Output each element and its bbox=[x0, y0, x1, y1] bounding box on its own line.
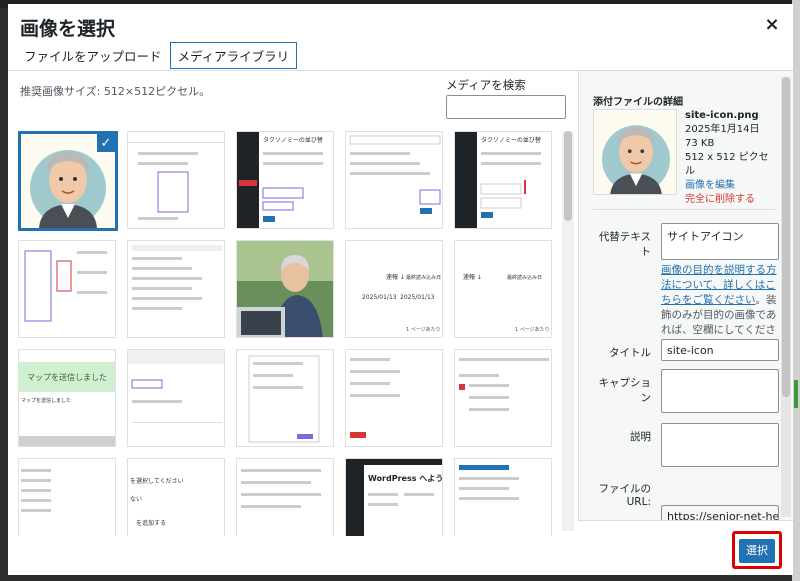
title-field[interactable]: site-icon bbox=[661, 339, 779, 361]
description-label: 説明 bbox=[630, 431, 651, 443]
thumbnail-title: WordPress へようこそ! bbox=[368, 474, 443, 483]
thumbnail-date: 2025/01/13 bbox=[362, 294, 397, 301]
thumbnail-header-text: タクソノミーの並び替 bbox=[481, 136, 541, 144]
attachment-thumbnail[interactable] bbox=[454, 349, 552, 447]
file-meta: site-icon.png 2025年1月14日 73 KB 512 x 512… bbox=[685, 109, 775, 207]
thumbnail-column: 最終読み込み日 bbox=[406, 274, 441, 281]
screenshot-thumbnail bbox=[128, 132, 224, 228]
attachment-details-panel: 添付ファイルの詳細 site-icon.png 2025年1月14日 73 KB… bbox=[578, 70, 793, 527]
title-label: タイトル bbox=[609, 347, 651, 359]
thumbnail-label: 速報 ↓ bbox=[463, 274, 482, 281]
attachment-thumbnail[interactable] bbox=[18, 240, 116, 338]
attachment-thumbnail[interactable] bbox=[345, 349, 443, 447]
close-icon[interactable]: × bbox=[761, 14, 783, 36]
screenshot-thumbnail bbox=[455, 459, 551, 536]
screenshot-thumbnail: 速報 ↓ 最終読み込み日 1 ページあたり bbox=[455, 241, 551, 337]
thumbnail-header-text: タクソノミーの並び替 bbox=[263, 136, 323, 144]
alt-text-field[interactable]: サイトアイコン bbox=[661, 223, 779, 260]
recommended-size-note: 推奨画像サイズ: 512×512ピクセル。 bbox=[20, 85, 211, 98]
photo-thumbnail bbox=[237, 241, 333, 337]
screenshot-thumbnail bbox=[237, 459, 333, 536]
image-dimensions: 512 x 512 ピクセル bbox=[685, 152, 769, 177]
screenshot-thumbnail bbox=[128, 350, 224, 446]
file-url-label-line1: ファイルの bbox=[598, 483, 652, 495]
modal-title: 画像を選択 bbox=[20, 18, 116, 40]
attachment-thumbnail[interactable] bbox=[454, 458, 552, 536]
caption-field[interactable] bbox=[661, 369, 779, 413]
alt-text-label: 代替テキスト bbox=[598, 231, 651, 258]
screenshot-thumbnail bbox=[19, 241, 115, 337]
thumbnail-text: を追加する bbox=[136, 519, 166, 527]
attachment-thumbnail[interactable]: タクソノミーの並び替 bbox=[454, 131, 552, 229]
select-button-highlight: 選択 bbox=[732, 531, 782, 569]
screenshot-thumbnail bbox=[455, 350, 551, 446]
thumbnail-text: ない bbox=[130, 496, 142, 503]
upload-date: 2025年1月14日 bbox=[685, 124, 760, 135]
thumbnail-body: マップを送信しました bbox=[21, 397, 71, 404]
file-url-label-line2: URL: bbox=[626, 496, 651, 508]
modal-tabs: ファイルをアップロード メディアライブラリ bbox=[18, 40, 299, 70]
attachment-thumbnail[interactable]: 速報 ↓ 最終読み込み日 1 ページあたり bbox=[454, 240, 552, 338]
attachment-thumbnail[interactable] bbox=[127, 240, 225, 338]
selected-check-icon[interactable]: ✓ bbox=[96, 134, 115, 153]
thumbnail-banner: マップを送信しました bbox=[27, 372, 107, 382]
file-url-label: ファイルの URL: bbox=[591, 481, 652, 508]
attachment-site-icon[interactable]: ✓ bbox=[18, 131, 118, 231]
details-heading: 添付ファイルの詳細 bbox=[593, 97, 683, 108]
screenshot-thumbnail: タクソノミーの並び替 bbox=[237, 132, 333, 228]
attachment-thumbnail[interactable] bbox=[236, 349, 334, 447]
attachment-thumbnail[interactable] bbox=[345, 131, 443, 229]
screenshot-thumbnail bbox=[346, 350, 442, 446]
thumbnail-label: 速報 ↓ bbox=[386, 274, 405, 281]
attachment-thumbnail[interactable]: マップを送信しました マップを送信しました bbox=[18, 349, 116, 447]
screenshot-thumbnail: マップを送信しました マップを送信しました bbox=[19, 350, 115, 446]
attachment-thumbnail[interactable] bbox=[127, 349, 225, 447]
attachments-grid: ✓ タクソノミーの並び替 タクソノミーの並び替 速報 ↓ 最終読み込み日 202… bbox=[18, 131, 560, 536]
attachment-photo[interactable] bbox=[236, 240, 334, 338]
media-search-input[interactable] bbox=[446, 95, 566, 119]
thumbnail-column: 最終読み込み日 bbox=[507, 274, 542, 281]
thumbnail-date: 2025/01/13 bbox=[400, 294, 435, 301]
media-library-panel: 推奨画像サイズ: 512×512ピクセル。 メディアを検索 ✓ タクソノミーの並… bbox=[8, 70, 578, 575]
tab-media-library[interactable]: メディアライブラリ bbox=[169, 41, 298, 69]
attachment-thumbnail[interactable] bbox=[18, 458, 116, 536]
thumbnail-footer: 1 ページあたり bbox=[515, 327, 550, 333]
search-label: メディアを検索 bbox=[446, 78, 526, 92]
delete-permanently-link[interactable]: 完全に削除する bbox=[685, 193, 775, 207]
edit-image-link[interactable]: 画像を編集 bbox=[685, 179, 775, 193]
screenshot-thumbnail bbox=[128, 241, 224, 337]
attachment-thumbnail[interactable]: 速報 ↓ 最終読み込み日 2025/01/13 2025/01/13 1 ページ… bbox=[345, 240, 443, 338]
caption-label: キャプション bbox=[598, 377, 652, 404]
screenshot-thumbnail: を選択してください ない を追加する bbox=[128, 459, 224, 536]
thumbnail-footer: 1 ページあたり bbox=[406, 327, 441, 333]
thumbnail-text: を選択してください bbox=[130, 477, 184, 485]
tab-upload-files[interactable]: ファイルをアップロード bbox=[18, 42, 168, 69]
file-size: 73 KB bbox=[685, 138, 715, 149]
screenshot-thumbnail bbox=[19, 459, 115, 536]
media-modal: 画像を選択 × ファイルをアップロード メディアライブラリ 推奨画像サイズ: 5… bbox=[8, 4, 793, 575]
select-button[interactable]: 選択 bbox=[739, 539, 775, 563]
details-thumbnail bbox=[593, 109, 677, 195]
attachment-thumbnail[interactable]: タクソノミーの並び替 bbox=[236, 131, 334, 229]
screenshot-thumbnail: 速報 ↓ 最終読み込み日 2025/01/13 2025/01/13 1 ページ… bbox=[346, 241, 442, 337]
divider bbox=[593, 209, 775, 210]
screenshot-thumbnail bbox=[237, 350, 333, 446]
file-name: site-icon.png bbox=[685, 110, 759, 121]
screenshot-thumbnail: WordPress へようこそ! bbox=[346, 459, 443, 536]
grid-scrollbar[interactable] bbox=[562, 131, 574, 531]
details-scrollbar[interactable] bbox=[781, 77, 791, 517]
attachment-thumbnail[interactable] bbox=[127, 131, 225, 229]
attachment-thumbnail[interactable]: WordPress へようこそ! bbox=[345, 458, 443, 536]
avatar bbox=[594, 111, 676, 194]
screenshot-thumbnail bbox=[346, 132, 442, 228]
description-field[interactable] bbox=[661, 423, 779, 467]
screenshot-thumbnail: タクソノミーの並び替 bbox=[455, 132, 551, 228]
attachment-thumbnail[interactable]: を選択してください ない を追加する bbox=[127, 458, 225, 536]
attachment-thumbnail[interactable] bbox=[236, 458, 334, 536]
